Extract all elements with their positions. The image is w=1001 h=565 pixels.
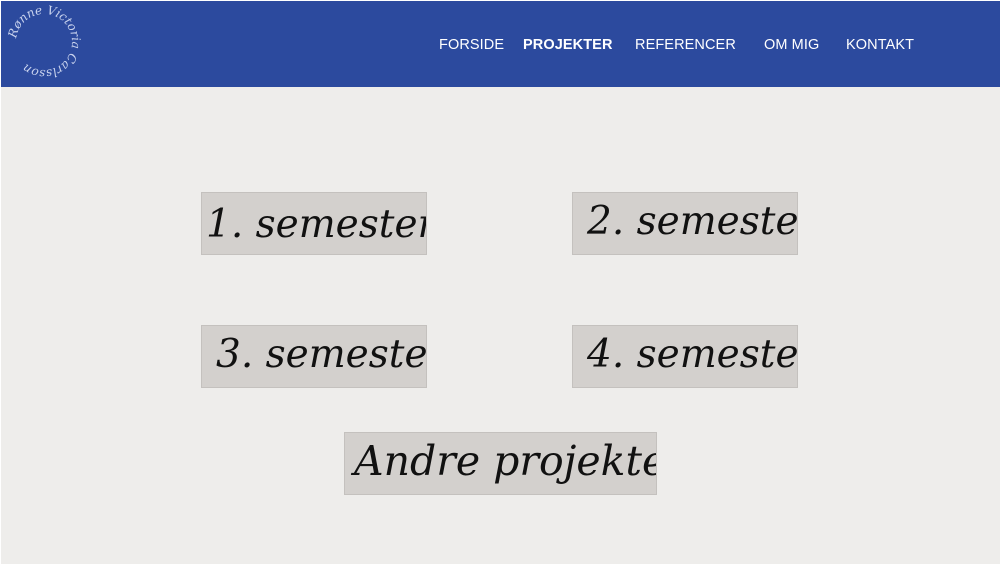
nav-item-referencer[interactable]: REFERENCER: [635, 37, 736, 53]
nav-item-kontakt[interactable]: KONTAKT: [846, 37, 914, 53]
logo[interactable]: Rønne Victoria Carlsson: [5, 3, 83, 81]
tile-semester-4[interactable]: 4. semester: [572, 325, 798, 388]
page: Rønne Victoria Carlsson FORSIDE PROJEKTE…: [1, 1, 1000, 564]
tile-andre-projekter-label: Andre projekter: [354, 437, 657, 485]
nav-item-om-mig[interactable]: OM MIG: [764, 37, 819, 53]
tile-semester-1[interactable]: 1. semester: [201, 192, 427, 255]
tile-semester-2-label: 2. semester: [587, 199, 798, 244]
nav-item-forside[interactable]: FORSIDE: [439, 37, 504, 53]
tile-semester-4-label: 4. semester: [587, 332, 798, 377]
nav-item-projekter[interactable]: PROJEKTER: [523, 37, 613, 53]
logo-text: Rønne Victoria Carlsson: [5, 3, 83, 81]
tile-semester-3-label: 3. semester: [216, 332, 427, 377]
tile-andre-projekter[interactable]: Andre projekter: [344, 432, 657, 495]
tile-semester-1-label: 1. semester: [206, 202, 427, 247]
tile-semester-3[interactable]: 3. semester: [201, 325, 427, 388]
site-header: Rønne Victoria Carlsson FORSIDE PROJEKTE…: [1, 1, 1000, 87]
tile-semester-2[interactable]: 2. semester: [572, 192, 798, 255]
